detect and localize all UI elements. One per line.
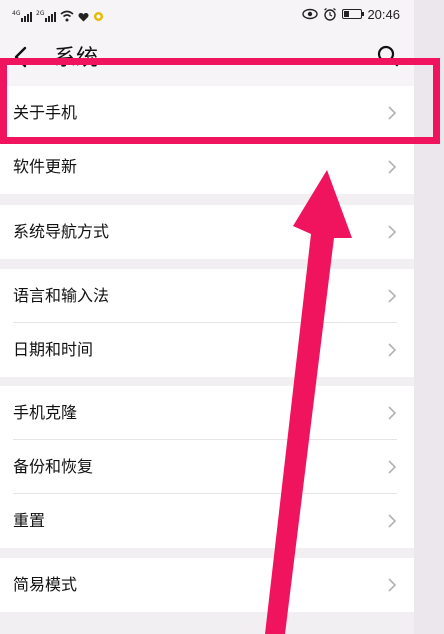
settings-screen: 4G 2G 20:46 系统 关于手机 软件更新 系统导航方式 语言和输入法 日…: [0, 0, 414, 634]
chevron-right-icon: [388, 460, 397, 474]
settings-item-label: 手机克隆: [13, 403, 78, 422]
settings-item-language-input[interactable]: 语言和输入法: [0, 269, 414, 323]
chevron-right-icon: [388, 160, 397, 174]
chevron-right-icon: [388, 514, 397, 528]
settings-item-date-time[interactable]: 日期和时间: [0, 323, 414, 377]
back-arrow-icon[interactable]: [12, 44, 30, 70]
clock: 20:46: [367, 6, 400, 22]
chevron-right-icon: [388, 289, 397, 303]
settings-item-label: 软件更新: [13, 157, 78, 176]
status-bar-right: 20:46: [302, 5, 400, 23]
settings-item-simple-mode[interactable]: 简易模式: [0, 558, 414, 612]
settings-item-software-update[interactable]: 软件更新: [0, 140, 414, 194]
settings-group-backup: 手机克隆 备份和恢复 重置: [0, 386, 414, 548]
signal-network-label: 2G: [36, 10, 45, 17]
signal-icon: 2G: [36, 10, 56, 22]
settings-item-label: 系统导航方式: [13, 222, 110, 241]
search-icon[interactable]: [376, 44, 400, 68]
chevron-right-icon: [388, 406, 397, 420]
settings-item-label: 简易模式: [13, 575, 78, 594]
chevron-right-icon: [388, 106, 397, 120]
settings-item-label: 关于手机: [13, 103, 78, 122]
chevron-right-icon: [388, 578, 397, 592]
title-bar: 系统: [0, 28, 414, 86]
settings-item-label: 备份和恢复: [13, 457, 94, 476]
eye-icon: [302, 8, 319, 20]
signal-network-label: 4G: [12, 10, 21, 17]
chevron-right-icon: [388, 225, 397, 239]
settings-group-language-time: 语言和输入法 日期和时间: [0, 269, 414, 377]
settings-group-navigation: 系统导航方式: [0, 205, 414, 259]
settings-item-about-phone[interactable]: 关于手机: [0, 86, 414, 140]
settings-group-about: 关于手机 软件更新: [0, 86, 414, 194]
settings-item-label: 日期和时间: [13, 340, 94, 359]
status-bar-left: 4G 2G: [12, 6, 104, 22]
settings-item-backup-restore[interactable]: 备份和恢复: [0, 440, 414, 494]
page-title: 系统: [54, 46, 99, 71]
alarm-icon: [324, 7, 337, 21]
settings-item-label: 语言和输入法: [13, 286, 110, 305]
settings-item-navigation-mode[interactable]: 系统导航方式: [0, 205, 414, 259]
chevron-right-icon: [388, 343, 397, 357]
signal-icon: 4G: [12, 10, 32, 22]
settings-item-label: 重置: [13, 511, 46, 530]
notification-icon: [94, 12, 103, 21]
wifi-icon: [60, 10, 74, 22]
settings-group-simple-mode: 简易模式: [0, 558, 414, 612]
battery-icon: [342, 9, 365, 19]
status-bar: 4G 2G 20:46: [0, 0, 414, 28]
heart-icon: [78, 12, 89, 22]
settings-item-phone-clone[interactable]: 手机克隆: [0, 386, 414, 440]
settings-item-reset[interactable]: 重置: [0, 494, 414, 548]
